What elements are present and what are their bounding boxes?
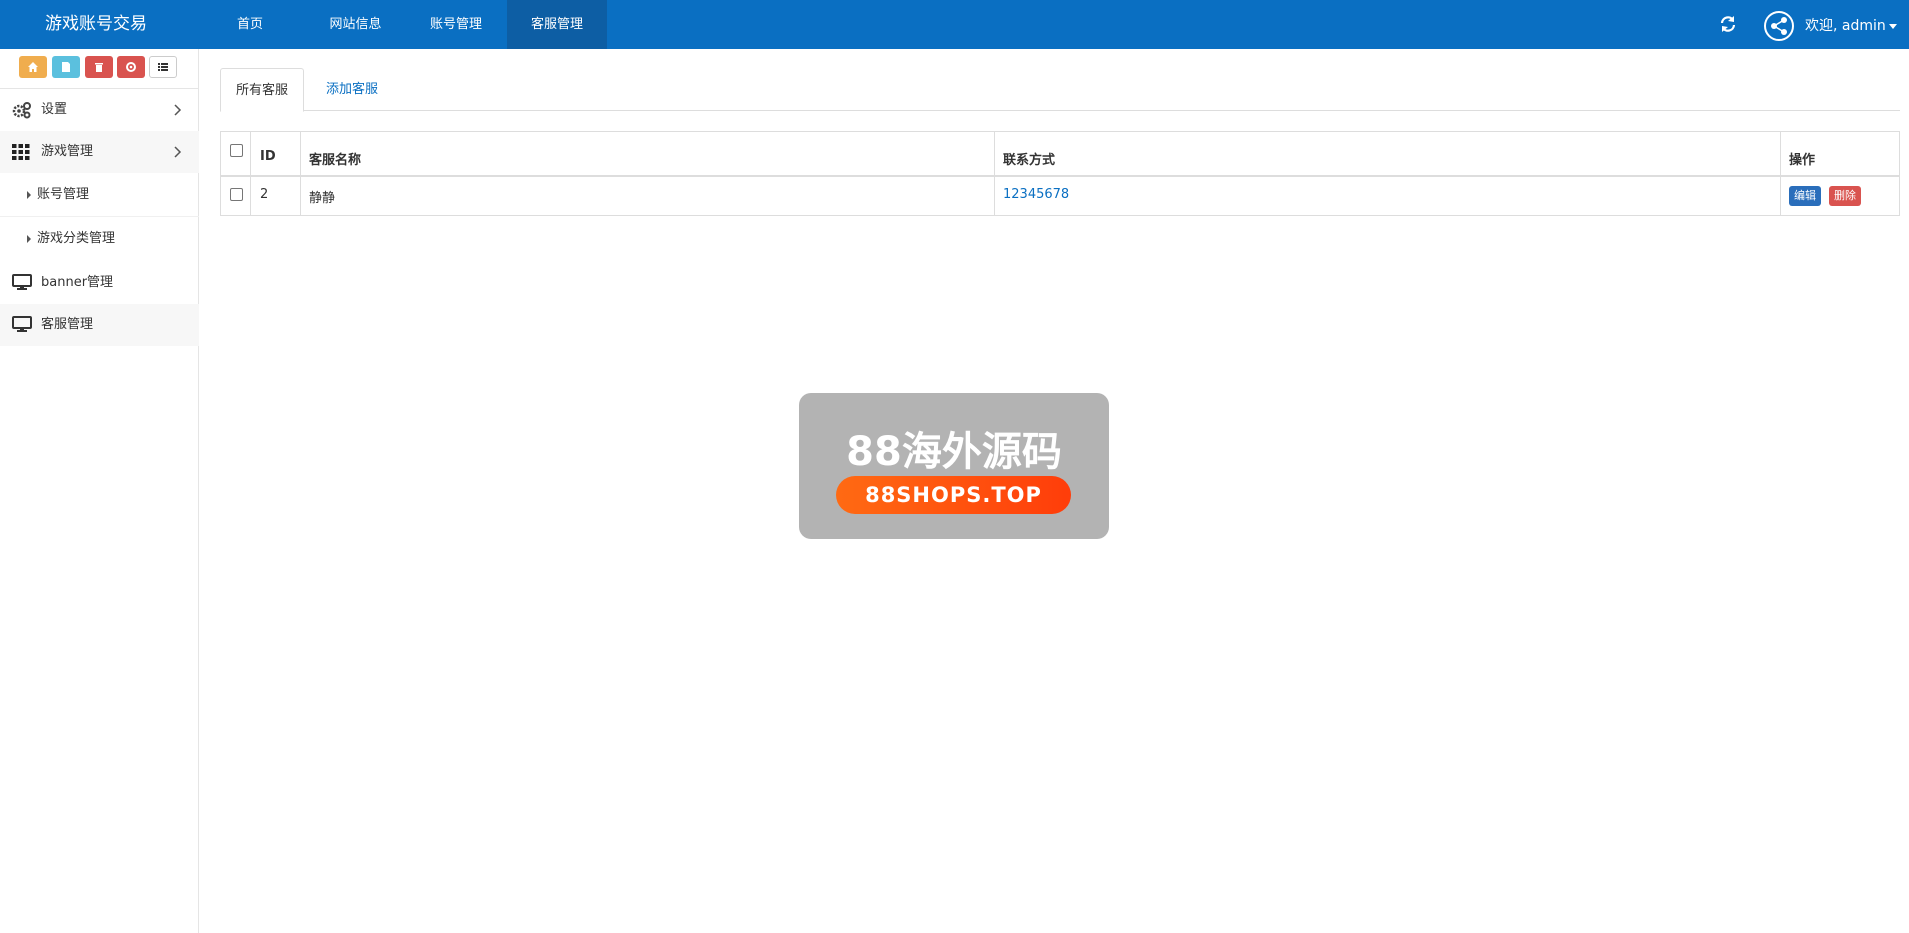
watermark-logo: 88海外源码 88SHOPS.TOP: [799, 393, 1109, 539]
file-shortcut-button[interactable]: [52, 56, 80, 78]
nav-customer-service[interactable]: 客服管理: [507, 0, 607, 49]
nav-account-management[interactable]: 账号管理: [418, 0, 494, 49]
grid-icon: [12, 144, 30, 160]
user-greeting: 欢迎, admin: [1805, 18, 1886, 34]
list-shortcut-button[interactable]: [149, 56, 177, 78]
sidebar-item-label: 设置: [41, 102, 68, 117]
header-contact[interactable]: 联系方式: [1003, 149, 1055, 168]
sidebar-subitem-label: 游戏分类管理: [37, 231, 116, 246]
sidebar-item-label: 客服管理: [41, 317, 94, 332]
chevron-right-icon: [174, 104, 182, 116]
top-navbar: 游戏账号交易 首页 网站信息 账号管理 客服管理 欢迎, admin: [0, 0, 1909, 49]
recycle-shortcut-button[interactable]: [117, 56, 145, 78]
watermark-title: 88海外源码: [846, 429, 1062, 475]
caret-down-icon: [1888, 23, 1897, 29]
home-shortcut-button[interactable]: [19, 56, 47, 78]
sidebar-subitem-account-management[interactable]: 账号管理: [0, 173, 199, 217]
avatar[interactable]: [1764, 11, 1794, 41]
recycle-icon: [126, 62, 136, 72]
sidebar-item-label: 游戏管理: [41, 144, 94, 159]
sidebar-subitem-label: 账号管理: [37, 187, 90, 202]
sidebar-subitem-game-category[interactable]: 游戏分类管理: [0, 217, 199, 261]
tab-all-service[interactable]: 所有客服: [220, 68, 305, 112]
tab-add-service[interactable]: 添加客服: [311, 68, 393, 111]
service-table: ID 客服名称 联系方式 操作 2 静静 12345678 编辑 删除: [220, 131, 1900, 216]
gears-icon: [12, 102, 31, 119]
select-all-checkbox[interactable]: [230, 144, 243, 157]
sidebar-item-banner[interactable]: banner管理: [0, 262, 199, 304]
trash-icon: [95, 63, 103, 72]
delete-button[interactable]: 删除: [1829, 186, 1861, 206]
watermark-url: 88SHOPS.TOP: [836, 476, 1071, 514]
row-contact[interactable]: 12345678: [1003, 187, 1069, 202]
nav-home[interactable]: 首页: [218, 0, 282, 49]
sidebar-item-customer-service[interactable]: 客服管理: [0, 304, 199, 346]
home-icon: [28, 62, 38, 72]
user-menu[interactable]: 欢迎, admin: [1805, 0, 1897, 49]
sidebar: 设置 游戏管理 账号管理 游戏分类管理 banner管理 客服管理: [0, 49, 199, 933]
row-checkbox[interactable]: [230, 188, 243, 201]
sidebar-item-game-management[interactable]: 游戏管理: [0, 131, 199, 173]
desktop-icon: [12, 316, 32, 332]
refresh-icon[interactable]: [1718, 14, 1738, 34]
header-actions: 操作: [1789, 153, 1816, 168]
sidebar-item-settings[interactable]: 设置: [0, 89, 199, 131]
header-id[interactable]: ID: [260, 149, 276, 164]
trash-shortcut-button[interactable]: [85, 56, 113, 78]
list-icon: [158, 63, 168, 71]
sidebar-item-label: banner管理: [41, 275, 114, 290]
shortcut-toolbar: [0, 49, 198, 89]
row-id: 2: [260, 187, 269, 202]
tab-bar: 所有客服 添加客服: [220, 68, 1900, 112]
row-name: 静静: [309, 191, 336, 206]
desktop-icon: [12, 274, 32, 290]
brand-title[interactable]: 游戏账号交易: [45, 0, 147, 49]
caret-right-icon: [27, 191, 31, 199]
file-icon: [62, 62, 70, 72]
edit-button[interactable]: 编辑: [1789, 186, 1821, 206]
share-icon: [1771, 17, 1787, 35]
nav-site-info[interactable]: 网站信息: [318, 0, 393, 49]
header-name[interactable]: 客服名称: [309, 149, 361, 168]
chevron-right-icon: [174, 146, 182, 158]
caret-right-icon: [27, 235, 31, 243]
